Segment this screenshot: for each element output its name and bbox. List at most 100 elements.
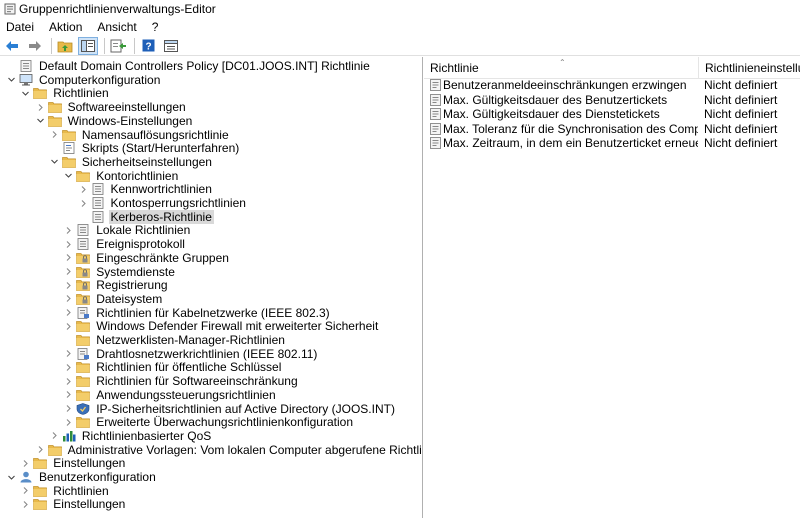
details-pane[interactable]: Richtlinie ⌃ Richtlinieneinstellung Benu… — [424, 57, 800, 518]
chevron-right-icon[interactable] — [63, 237, 74, 251]
chevron-right-icon[interactable] — [63, 223, 74, 237]
tree-node-einstellungen[interactable]: Einstellungen — [20, 456, 127, 470]
chevron-right-icon[interactable] — [63, 251, 74, 265]
tree-node-administrative-vorlagen-vom-lokalen-comp[interactable]: Administrative Vorlagen: Vom lokalen Com… — [35, 442, 422, 457]
tree-node-windows-einstellungen[interactable]: Windows-Einstellungen — [35, 114, 195, 128]
tree-node-anwendungssteuerungsrichtlinien[interactable]: Anwendungssteuerungsrichtlinien — [63, 388, 277, 402]
tree-node-default-domain-controllers-policy-dc01-j[interactable]: Default Domain Controllers Policy [DC01.… — [6, 59, 372, 73]
chevron-right-icon[interactable] — [20, 456, 31, 470]
user-icon — [19, 471, 33, 483]
chevron-down-icon[interactable] — [6, 470, 17, 484]
tree-node-softwareeinstellungen[interactable]: Softwareeinstellungen — [35, 100, 188, 114]
list-item[interactable]: Max. Gültigkeitsdauer des Dienstetickets… — [424, 107, 800, 121]
list-item[interactable]: Max. Zeitraum, in dem ein Benutzerticket… — [424, 136, 800, 150]
show-tree-button[interactable] — [78, 36, 98, 55]
help-button[interactable]: ? — [138, 37, 158, 55]
chevron-right-icon[interactable] — [35, 443, 46, 457]
chevron-right-icon[interactable] — [49, 128, 60, 142]
menu-datei[interactable]: Datei — [4, 20, 36, 34]
chevron-right-icon[interactable] — [35, 100, 46, 114]
tree-node-dateisystem[interactable]: Dateisystem — [63, 292, 164, 306]
tree-node-richtlinien[interactable]: Richtlinien — [20, 484, 110, 498]
menu-ansicht[interactable]: Ansicht — [95, 20, 138, 34]
tree-node-computerkonfiguration[interactable]: Computerkonfiguration — [6, 73, 162, 87]
menu-aktion[interactable]: Aktion — [47, 20, 84, 34]
chevron-right-icon[interactable] — [63, 402, 74, 416]
tree-node-sicherheitseinstellungen[interactable]: Sicherheitseinstellungen — [49, 155, 214, 169]
chevron-down-icon[interactable] — [6, 73, 17, 87]
chevron-right-icon[interactable] — [78, 182, 89, 196]
tree-node-registrierung[interactable]: Registrierung — [63, 278, 169, 292]
title-bar: Gruppenrichtlinienverwaltungs-Editor — [0, 0, 800, 18]
column-header-setting[interactable]: Richtlinieneinstellung — [699, 57, 800, 79]
chevron-right-icon[interactable] — [63, 306, 74, 320]
policy-name: Max. Toleranz für die Synchronisation de… — [443, 121, 698, 136]
tree-node-richtlinien-fur-softwareeinschrankung[interactable]: Richtlinien für Softwareeinschränkung — [63, 374, 299, 388]
tree-node-namensauflosungsrichtlinie[interactable]: Namensauflösungsrichtlinie — [49, 128, 231, 142]
chevron-right-icon[interactable] — [78, 196, 89, 210]
chevron-right-icon[interactable] — [63, 415, 74, 429]
chevron-right-icon[interactable] — [63, 388, 74, 402]
chevron-down-icon[interactable] — [63, 169, 74, 183]
chevron-down-icon[interactable] — [35, 114, 46, 128]
tree-node-skripts-start-herunterfahren[interactable]: Skripts (Start/Herunterfahren) — [49, 141, 241, 155]
folder-icon — [76, 170, 91, 182]
tree-node-kerberos-richtlinie[interactable]: Kerberos-Richtlinie — [78, 209, 214, 224]
tree-node-kennwortrichtlinien[interactable]: Kennwortrichtlinien — [78, 182, 214, 196]
tree-node-systemdienste[interactable]: Systemdienste — [63, 265, 177, 279]
chevron-right-icon[interactable] — [63, 278, 74, 292]
tree-node-label: Skripts (Start/Herunterfahren) — [81, 141, 240, 156]
chevron-down-icon[interactable] — [20, 86, 31, 100]
tree-node-kontosperrungsrichtlinien[interactable]: Kontosperrungsrichtlinien — [78, 196, 248, 210]
up-level-button[interactable] — [55, 37, 75, 55]
tree-node-ereignisprotokoll[interactable]: Ereignisprotokoll — [63, 237, 187, 251]
chevron-right-icon[interactable] — [63, 319, 74, 333]
tree-node-netzwerklisten-manager-richtlinien[interactable]: Netzwerklisten-Manager-Richtlinien — [63, 333, 287, 347]
chevron-right-icon[interactable] — [20, 484, 31, 498]
forward-button[interactable] — [25, 37, 45, 55]
tree-node-richtlinien[interactable]: Richtlinien — [20, 86, 110, 100]
tree-node-lokale-richtlinien[interactable]: Lokale Richtlinien — [63, 223, 192, 237]
chevron-right-icon[interactable] — [63, 374, 74, 388]
up-folder-icon — [57, 41, 73, 52]
chevron-right-icon[interactable] — [63, 347, 74, 361]
tree-node-drahtlosnetzwerkrichtlinien-ieee-802-11[interactable]: Drahtlosnetzwerkrichtlinien (IEEE 802.11… — [63, 347, 319, 361]
tree-node-ip-sicherheitsrichtlinien-auf-active-dir[interactable]: IP-Sicherheitsrichtlinien auf Active Dir… — [63, 402, 397, 416]
policy-icon — [76, 238, 90, 250]
list-item[interactable]: Max. Gültigkeitsdauer des Benutzerticket… — [424, 93, 800, 107]
list-item[interactable]: Max. Toleranz für die Synchronisation de… — [424, 122, 800, 136]
show-tree-icon — [81, 39, 95, 52]
tree-node-richtlinienbasierter-qos[interactable]: Richtlinienbasierter QoS — [49, 429, 213, 443]
chevron-right-icon[interactable] — [63, 265, 74, 279]
tree-node-label: Namensauflösungsrichtlinie — [81, 127, 229, 142]
tree-node-label: Erweiterte Überwachungsrichtlinienkonfig… — [96, 415, 353, 430]
policy-setting-value: Nicht definiert — [704, 136, 778, 150]
tree-node-einstellungen[interactable]: Einstellungen — [20, 497, 127, 511]
chevron-right-icon[interactable] — [49, 429, 60, 443]
list-item[interactable]: Benutzeranmeldeeinschränkungen erzwingen… — [424, 78, 800, 92]
tree-node-label: Einstellungen — [53, 497, 126, 512]
tree-node-kontorichtlinien[interactable]: Kontorichtlinien — [63, 169, 180, 183]
tree-node-label: Sicherheitseinstellungen — [81, 154, 212, 169]
export-list-button[interactable] — [108, 37, 128, 55]
menu-help[interactable]: ? — [150, 20, 161, 34]
tree-node-windows-defender-firewall-mit-erweiterte[interactable]: Windows Defender Firewall mit erweiterte… — [63, 319, 380, 333]
tree-pane[interactable]: Default Domain Controllers Policy [DC01.… — [0, 57, 423, 518]
chevron-right-icon[interactable] — [20, 497, 31, 511]
tree-node-benutzerkonfiguration[interactable]: Benutzerkonfiguration — [6, 470, 158, 484]
tree-node-richtlinien-fur-offentliche-schlussel[interactable]: Richtlinien für öffentliche Schlüssel — [63, 360, 283, 374]
back-button[interactable] — [2, 37, 22, 55]
chevron-right-icon[interactable] — [63, 292, 74, 306]
tree-node-richtlinien-fur-kabelnetzwerke-ieee-802-[interactable]: Richtlinien für Kabelnetzwerke (IEEE 802… — [63, 306, 331, 320]
folder-icon — [76, 416, 91, 429]
properties-button[interactable] — [161, 37, 181, 55]
tree-node-erweiterte-uberwachungsrichtlinienkonfig[interactable]: Erweiterte Überwachungsrichtlinienkonfig… — [63, 415, 355, 429]
tree-node-label: Kontosperrungsrichtlinien — [110, 196, 246, 210]
tree-node-label: Administrative Vorlagen: Vom lokalen Com… — [67, 442, 422, 457]
policy-setting-icon — [430, 79, 441, 91]
chevron-right-icon[interactable] — [63, 360, 74, 374]
policy-setting-icon — [430, 122, 441, 135]
policy-icon — [76, 224, 90, 237]
chevron-down-icon[interactable] — [49, 155, 60, 169]
tree-node-eingeschrankte-gruppen[interactable]: Eingeschränkte Gruppen — [63, 251, 231, 265]
